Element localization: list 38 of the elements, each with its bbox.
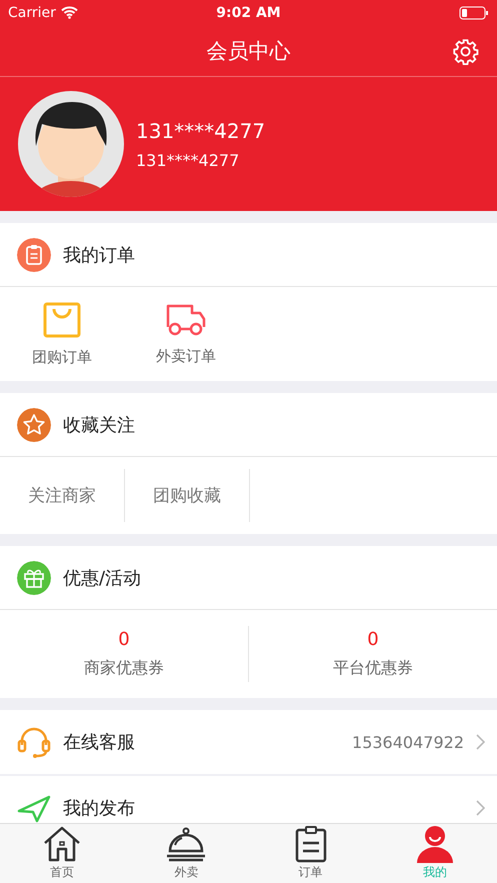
bag-icon [43,302,81,338]
coupon-label[interactable]: 商家优惠券 [84,658,164,679]
tab[interactable]: 首页 [0,824,124,883]
row-value: 15364047922 [352,732,464,752]
home-icon [42,825,82,863]
status-time: 9:02 AM [216,4,281,20]
battery-icon [459,6,489,20]
section-title: 我的订单 [63,244,135,266]
order-type-label: 团购订单 [32,348,92,366]
section-title: 收藏关注 [63,414,135,436]
carrier-label: Carrier [8,4,56,20]
user-name: 131****4277 [136,118,266,142]
truck-icon [166,302,206,336]
order-type-label: 外卖订单 [156,346,216,366]
order-type-item[interactable]: 团购订单 [0,302,124,366]
wifi-icon [60,6,78,19]
page-title: 会员中心 [206,38,290,64]
coupon-label[interactable]: 平台优惠券 [333,658,413,679]
favorite-tab[interactable]: 团购收藏 [125,469,250,522]
coupon-count[interactable]: 0 [118,629,130,650]
tab[interactable]: 外卖 [124,824,248,883]
tab[interactable]: 订单 [248,824,373,883]
favorite-tab[interactable]: 关注商家 [0,469,125,522]
row-label: 在线客服 [63,731,135,754]
user-phone: 131****4277 [136,150,240,170]
chevron-icon [476,800,485,816]
section-title: 优惠/活动 [63,566,142,590]
list-row[interactable]: 在线客服 15364047922 [0,710,497,774]
row-label: 我的发布 [63,797,135,820]
list-row[interactable]: 我的发布 [0,776,497,823]
gift-icon [17,560,51,594]
settings-icon[interactable] [452,38,479,65]
chevron-icon [476,734,485,750]
cloche-icon [166,825,206,863]
clipboard-icon [17,238,51,272]
coupon-count[interactable]: 0 [367,629,379,650]
headset-icon [17,725,51,759]
order-type-item[interactable]: 外卖订单 [124,302,248,366]
